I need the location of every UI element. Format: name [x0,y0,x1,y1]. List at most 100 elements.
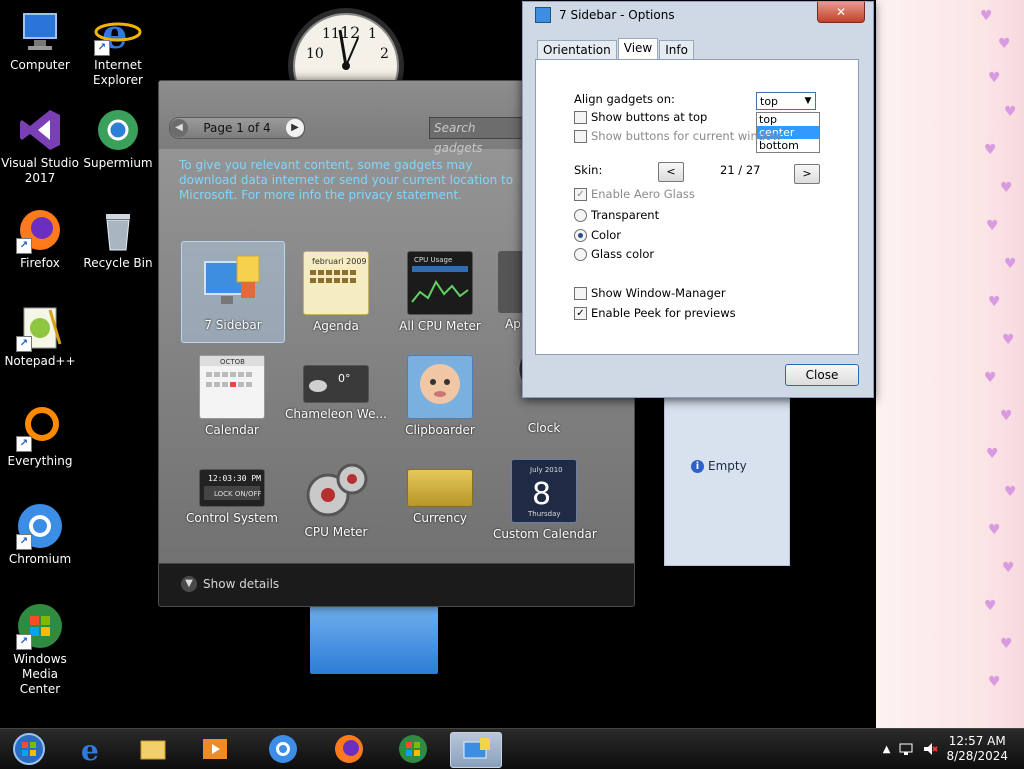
gadget-tile-control-system[interactable]: 12:03:30 PM LOCK ON/OFF Control System [181,449,283,549]
clipboarder-gadget-icon [407,355,473,419]
color-radio[interactable] [574,228,587,242]
volume-muted-icon[interactable] [922,741,939,757]
desktop-icon-visual-studio[interactable]: Visual Studio 2017 [0,106,80,186]
taskbar-internet-explorer[interactable]: e [66,732,116,766]
taskbar-media-player[interactable] [190,732,240,766]
taskbar-media-center[interactable] [388,732,438,766]
desktop-icon-supermium[interactable]: Supermium [78,106,158,171]
desktop-icon-label: Visual Studio 2017 [1,156,79,185]
firefox-icon [335,735,363,763]
network-icon[interactable] [898,741,914,757]
start-button[interactable] [4,732,54,766]
shortcut-arrow-icon: ↗ [16,436,32,452]
firefox-icon: ↗ [16,206,64,254]
align-option-top[interactable]: top [757,113,819,126]
close-button[interactable]: Close [785,364,859,386]
gadget-tile-agenda[interactable]: februari 2009 Agenda [285,241,387,341]
svg-text:July 2010: July 2010 [529,466,563,474]
show-window-manager-checkbox[interactable] [574,286,587,300]
tab-orientation[interactable]: Orientation [537,40,617,61]
next-page-button[interactable]: ▶ [286,119,304,137]
gadget-name: Custom Calendar [493,527,597,541]
desktop-icon-label: Windows Media Center [13,652,67,696]
svg-text:Thursday: Thursday [527,510,561,518]
show-hidden-icons-button[interactable]: ▲ [883,744,891,755]
enable-aero-option: ✓ Enable Aero Glass [574,187,695,201]
gadget-tile-chameleon-weather[interactable]: 0° Chameleon We... [285,345,387,445]
search-gadgets-input[interactable]: Search gadgets [429,117,525,155]
previous-page-button[interactable]: ◀ [170,119,188,137]
gadget-tile-calendar[interactable]: OCTOB Calendar [181,345,283,445]
enable-peek-option[interactable]: ✓ Enable Peek for previews [574,306,736,320]
transparent-radio[interactable] [574,208,587,222]
gadget-tile-currency[interactable]: Currency [389,449,491,549]
desktop-icon-everything[interactable]: ↗ Everything [0,404,80,469]
all-cpu-meter-gadget-icon: CPU Usage [407,251,473,315]
show-buttons-top-option[interactable]: Show buttons at top [574,110,707,124]
file-explorer-icon [140,740,166,760]
desktop-icon-internet-explorer[interactable]: e ↗ Internet Explorer [78,8,158,88]
svg-text:1: 1 [368,26,377,42]
show-buttons-top-checkbox[interactable] [574,110,587,124]
gadget-name: Chameleon We... [285,407,387,421]
desktop-icon-notepad-plus-plus[interactable]: ↗ Notepad++ [0,304,80,369]
gadget-tile-custom-calendar[interactable]: July 2010 8 Thursday Custom Calendar [493,449,597,549]
gadget-name: Clock [527,421,561,435]
desktop-icon-label: Everything [7,454,73,468]
desktop-icon-windows-media-center[interactable]: ↗ Windows Media Center [0,602,80,697]
show-details-button[interactable]: ▼ Show details [181,576,279,592]
windows-media-center-icon: ↗ [16,602,64,650]
skin-label: Skin: [574,163,603,177]
align-select-value: top [760,95,779,108]
show-buttons-window-checkbox [574,129,587,143]
gadget-tile-cpu-meter[interactable]: CPU Meter [285,449,387,549]
dialog-title: 7 Sidebar - Options [559,8,675,22]
color-option[interactable]: Color [574,228,621,242]
taskbar-chromium[interactable] [258,732,308,766]
skin-previous-button[interactable]: < [658,162,684,182]
gadget-tile-clipboarder[interactable]: Clipboarder [389,345,491,445]
close-window-button[interactable]: ✕ [817,2,865,23]
details-bar: ▼ Show details [159,563,634,606]
clock-area[interactable]: 12:57 AM 8/28/2024 [946,734,1008,764]
svg-text:2: 2 [380,46,389,62]
glass-color-option[interactable]: Glass color [574,247,654,261]
gadget-tile-all-cpu-meter[interactable]: CPU Usage All CPU Meter [389,241,491,341]
taskbar-firefox[interactable] [324,732,374,766]
media-center-icon [399,735,427,763]
glass-color-radio[interactable] [574,247,587,261]
transparent-label: Transparent [591,208,660,222]
transparent-option[interactable]: Transparent [574,208,659,222]
chromium-icon: ↗ [16,502,64,550]
internet-explorer-icon: e [81,734,99,765]
svg-text:10: 10 [306,46,324,62]
desktop-icon-recycle-bin[interactable]: Recycle Bin [78,206,158,271]
info-icon: i [691,459,704,473]
dropdown-arrow-icon: ▼ [804,96,812,106]
tab-view[interactable]: View [617,38,659,59]
taskbar-file-explorer[interactable] [128,732,178,766]
color-label: Color [591,228,622,242]
desktop-icon-firefox[interactable]: ↗ Firefox [0,206,80,271]
desktop-icon-chromium[interactable]: ↗ Chromium [0,502,80,567]
7-sidebar-icon [463,738,490,759]
gadget-name: 7 Sidebar [204,318,262,332]
align-gadgets-select[interactable]: top ▼ [756,92,816,110]
gadget-tile-7-sidebar[interactable]: 7 Sidebar [181,241,285,343]
enable-peek-checkbox[interactable]: ✓ [574,306,587,320]
desktop-icon-computer[interactable]: Computer [0,8,80,73]
svg-text:CPU Usage: CPU Usage [414,256,452,264]
taskbar-7-sidebar[interactable] [450,732,502,768]
svg-text:11: 11 [322,26,340,42]
calendar-gadget-icon: OCTOB [199,355,265,419]
page-label: Page 1 of 4 [203,121,271,135]
show-window-manager-option[interactable]: Show Window-Manager [574,286,726,300]
privacy-notice-link[interactable]: To give you relevant content, some gadge… [179,158,524,203]
sidebar-empty-panel: i Empty [664,394,790,566]
tab-info[interactable]: Info [659,40,694,61]
gadget-name: Clipboarder [405,423,475,437]
skin-next-button[interactable]: > [794,164,820,184]
glass-color-label: Glass color [591,247,655,261]
skin-counter: 21 / 27 [720,163,761,177]
desktop-icon-label: Recycle Bin [83,256,153,270]
